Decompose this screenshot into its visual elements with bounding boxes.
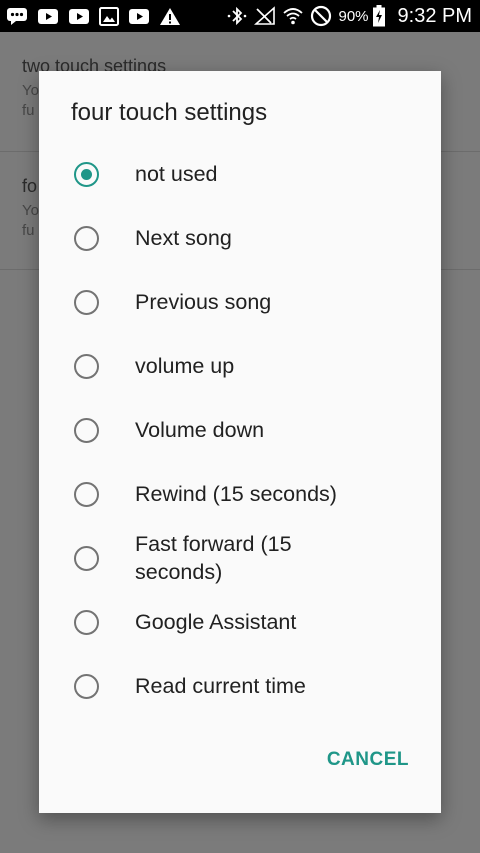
- cancel-button[interactable]: CANCEL: [319, 741, 417, 779]
- option-label: Volume down: [135, 418, 265, 442]
- option-fast-forward[interactable]: Fast forward (15 seconds): [39, 526, 441, 590]
- option-label: Read current time: [135, 674, 306, 698]
- option-volume-up[interactable]: volume up: [39, 334, 441, 398]
- radio-button[interactable]: [74, 609, 99, 635]
- wifi-icon: [282, 6, 304, 26]
- option-read-current-time[interactable]: Read current time: [39, 654, 441, 718]
- radio-button[interactable]: [74, 481, 99, 507]
- radio-button[interactable]: [74, 417, 99, 443]
- radio-button[interactable]: [74, 545, 99, 571]
- messages-icon: [6, 7, 28, 25]
- clock: 9:32 PM: [397, 4, 472, 27]
- youtube-icon: [37, 8, 59, 25]
- status-bar: 90% 9:32 PM: [0, 0, 480, 32]
- option-google-assistant[interactable]: Google Assistant: [39, 590, 441, 654]
- option-not-used[interactable]: not used: [39, 142, 441, 206]
- option-next-song[interactable]: Next song: [39, 206, 441, 270]
- option-label: Next song: [135, 226, 232, 250]
- option-rewind[interactable]: Rewind (15 seconds): [39, 462, 441, 526]
- bluetooth-icon: [226, 6, 248, 26]
- option-label: Google Assistant: [135, 610, 297, 634]
- option-label: Previous song: [135, 290, 272, 314]
- youtube-icon: [128, 8, 150, 25]
- option-previous-song[interactable]: Previous song: [39, 270, 441, 334]
- image-icon: [99, 6, 119, 26]
- youtube-icon: [68, 8, 90, 25]
- four-touch-settings-dialog: four touch settings not used Next song P…: [39, 71, 441, 813]
- radio-button[interactable]: [74, 353, 99, 379]
- radio-button[interactable]: [74, 225, 99, 251]
- option-label: Rewind (15 seconds): [135, 482, 337, 506]
- option-label: volume up: [135, 354, 235, 378]
- option-label: Fast forward (15 seconds): [135, 532, 292, 584]
- battery-percent: 90%: [338, 7, 369, 25]
- option-label: not used: [135, 162, 218, 186]
- system-icons: 90% 9:32 PM: [226, 5, 472, 28]
- radio-button[interactable]: [74, 673, 99, 699]
- notification-icons: [6, 6, 190, 26]
- dialog-title: four touch settings: [71, 99, 268, 126]
- do-not-disturb-icon: [310, 5, 332, 27]
- warning-icon: [159, 7, 181, 26]
- radio-button-checked[interactable]: [74, 161, 99, 187]
- option-volume-down[interactable]: Volume down: [39, 398, 441, 462]
- mobile-signal-icon: [254, 6, 276, 26]
- radio-button[interactable]: [74, 289, 99, 315]
- battery-charging-icon: [372, 5, 386, 27]
- radio-options-list: not used Next song Previous song volume …: [39, 142, 441, 718]
